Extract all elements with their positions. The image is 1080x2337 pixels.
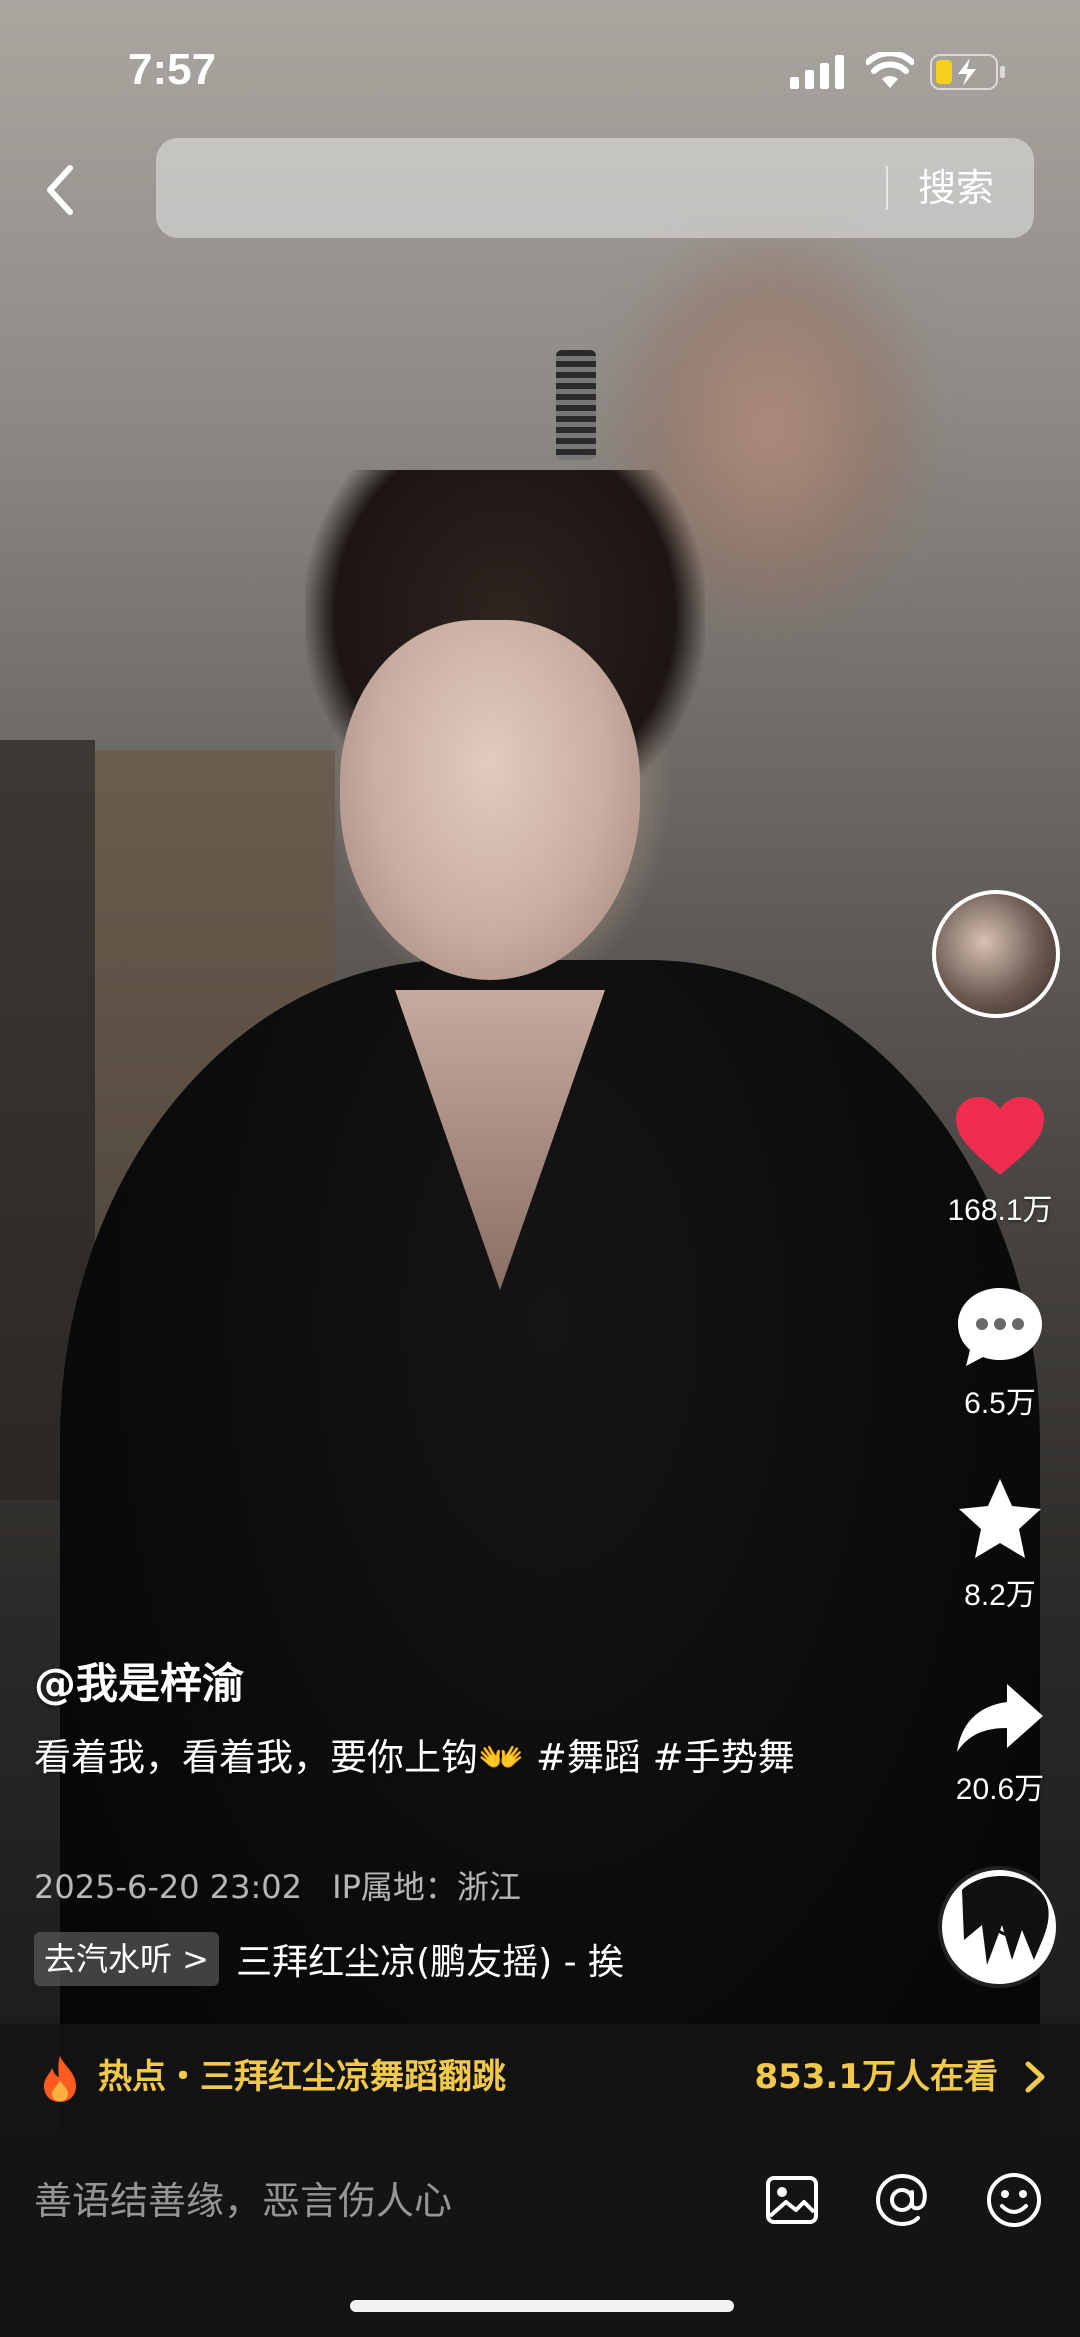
battery-icon [930,54,1005,90]
comment-icon [958,1288,1042,1366]
search-divider [886,166,888,210]
chevron-right-icon [1025,2061,1045,2093]
search-input[interactable] [186,138,886,238]
listen-chip[interactable]: 去汽水听 > [34,1932,219,1986]
ip-location: IP属地：浙江 [332,1868,521,1906]
search-button[interactable]: 搜索 [918,138,994,238]
author-name[interactable]: @我是梓渝 [34,1650,244,1711]
star-icon [959,1479,1041,1558]
like-count: 168.1万 [947,1194,1053,1227]
back-icon [47,165,73,215]
at-icon[interactable] [872,2170,932,2230]
home-indicator [350,2300,734,2312]
hot-topic-bar[interactable]: 热点・三拜红尘凉舞蹈翻跳 853.1万人在看 [0,2024,1080,2130]
favorite-button[interactable]: 8.2万 [930,1476,1070,1614]
share-button[interactable]: 20.6万 [930,1680,1070,1808]
hot-viewers: 853.1万人在看 [754,2057,998,2097]
share-icon [957,1684,1043,1752]
ceiling-vent [556,350,596,460]
back-button[interactable] [40,160,90,220]
comment-button[interactable]: 6.5万 [930,1284,1070,1422]
search-bar[interactable]: 搜索 [156,138,1034,238]
signal-icon [790,55,844,89]
like-button[interactable]: 168.1万 [930,1095,1070,1229]
post-date: 2025-6-20 23:02 [34,1868,302,1906]
face [340,620,640,980]
hot-topic-label: 热点・三拜红尘凉舞蹈翻跳 [98,2057,506,2097]
comment-input[interactable]: 善语结善缘，恶言伤人心 [34,2170,452,2225]
comment-count: 6.5万 [964,1387,1036,1420]
status-bar: 7:57 [0,0,1080,130]
music-disc[interactable] [938,1866,1060,1988]
music-title[interactable]: 三拜红尘凉(鹏友摇) - 挨 [236,1933,676,1985]
heart-icon [956,1097,1044,1175]
video-frame[interactable] [0,0,1080,2160]
post-meta: 2025-6-20 23:02 IP属地：浙江 [34,1862,541,1908]
wifi-icon [866,52,914,88]
author-avatar[interactable] [932,890,1060,1018]
image-icon[interactable] [762,2170,822,2230]
emoji-icon[interactable] [984,2170,1044,2230]
status-time: 7:57 [128,45,217,94]
share-count: 20.6万 [955,1773,1045,1806]
favorite-count: 8.2万 [964,1579,1036,1612]
music-row[interactable]: 去汽水听 > 三拜红尘凉(鹏友摇) - 挨 [34,1932,676,1988]
fire-icon [44,2056,76,2102]
post-caption: 看着我，看着我，要你上钩👐 #舞蹈 #手势舞 [34,1736,795,1779]
